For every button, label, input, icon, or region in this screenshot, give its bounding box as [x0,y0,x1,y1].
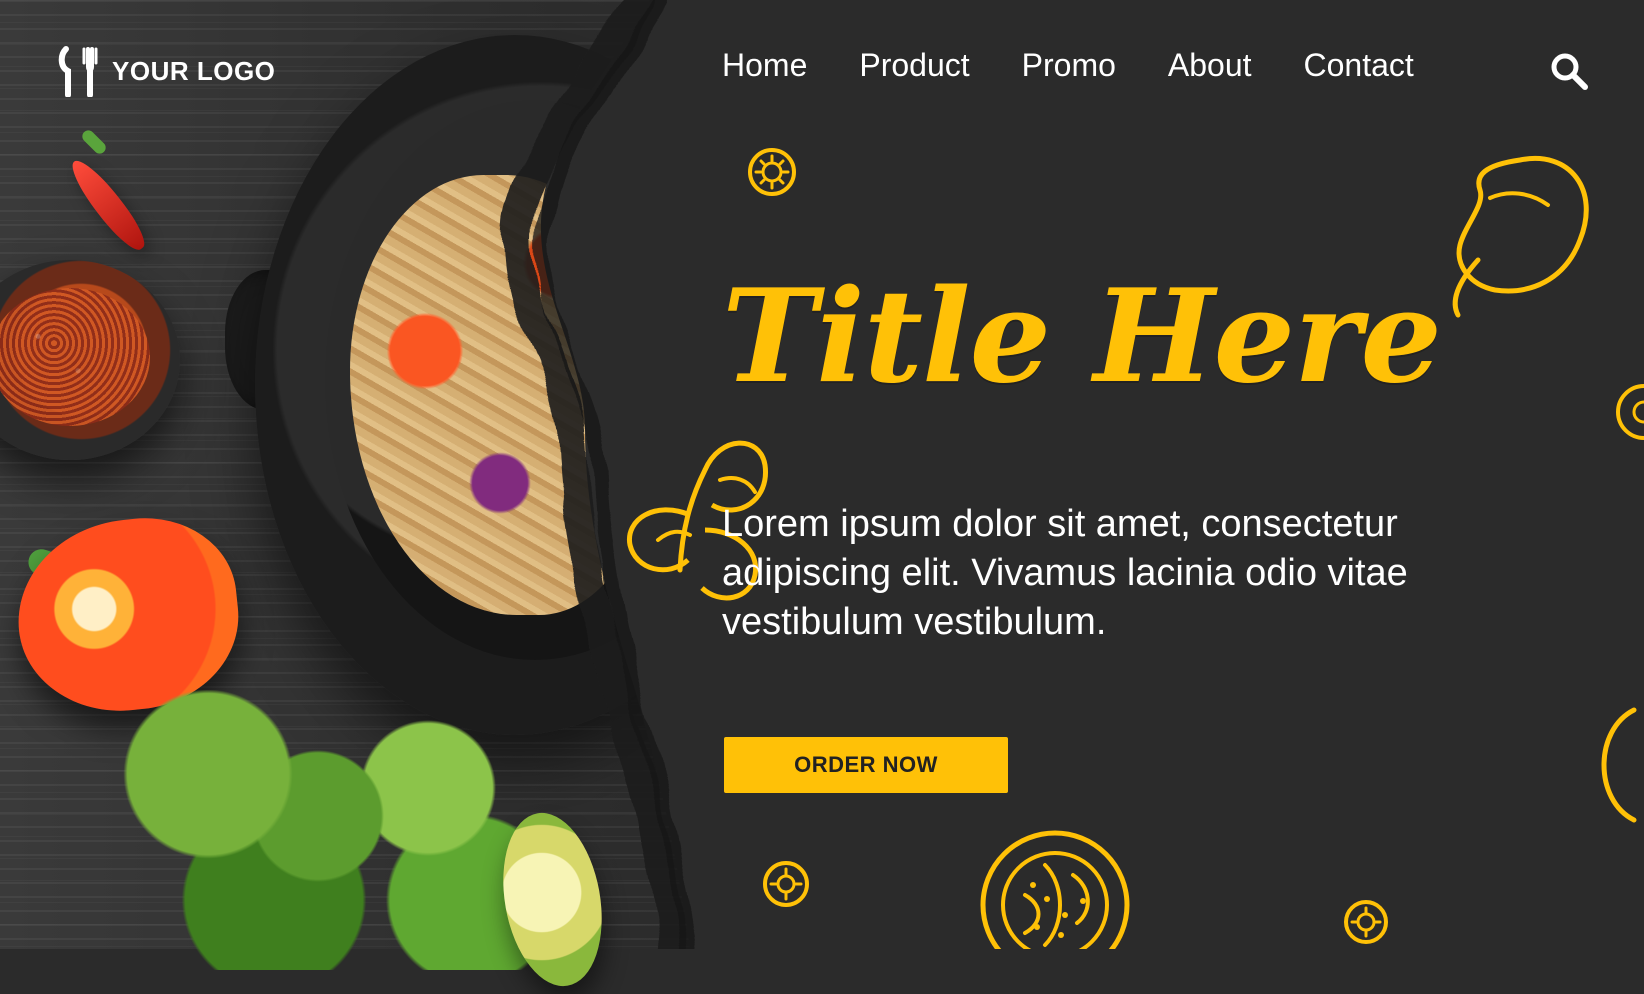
nav-contact[interactable]: Contact [1304,49,1414,81]
search-button[interactable] [1546,48,1592,94]
search-icon [1551,53,1588,90]
brush-panel-shape [504,0,1644,949]
main-nav: Home Product Promo About Contact [722,49,1414,81]
nav-promo[interactable]: Promo [1022,49,1116,81]
logo-text: YOUR LOGO [112,55,276,86]
logo[interactable]: YOUR LOGO [58,45,275,97]
dark-panel [0,0,1644,949]
hero-description: Lorem ipsum dolor sit amet, consectetur … [722,503,1408,643]
hero-title: Title Here [722,262,1442,412]
order-now-button[interactable]: ORDER NOW [724,737,1008,793]
panel-shape [540,0,1644,949]
nav-home[interactable]: Home [722,49,807,81]
utensils-icon [58,46,98,97]
nav-product[interactable]: Product [859,49,969,81]
nav-about[interactable]: About [1168,49,1252,81]
